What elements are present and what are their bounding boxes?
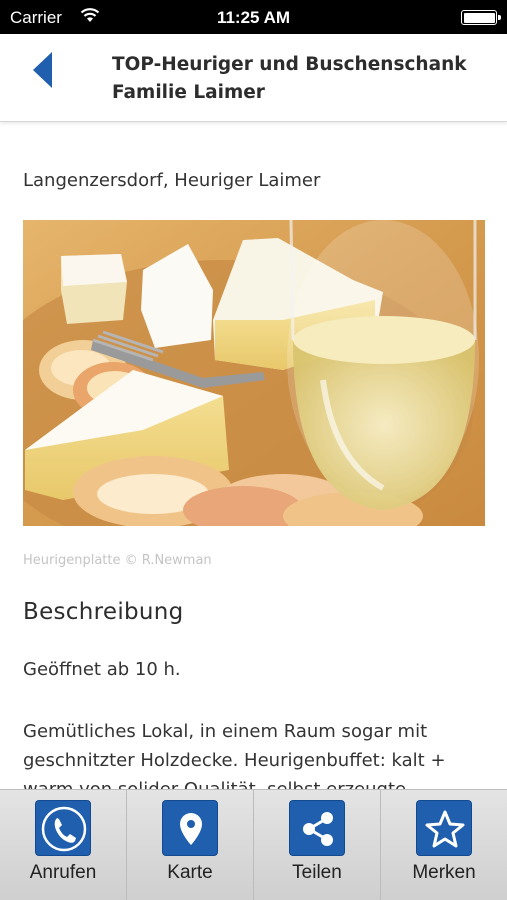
- tab-karte[interactable]: Karte: [126, 790, 253, 900]
- tab-anrufen[interactable]: Anrufen: [0, 790, 126, 900]
- section-heading: Beschreibung: [23, 599, 184, 625]
- action-tabbar: Anrufen Karte Teilen Merken: [0, 789, 507, 900]
- photo-caption: Heurigenplatte © R.Newman: [23, 553, 212, 568]
- tab-label: Merken: [412, 862, 476, 883]
- tab-merken[interactable]: Merken: [380, 790, 507, 900]
- tab-label: Anrufen: [29, 862, 97, 883]
- tab-label: Teilen: [292, 862, 342, 883]
- share-icon: [289, 800, 345, 856]
- description-text: Gemütliches Lokal, in einem Raum sogar m…: [23, 721, 446, 789]
- clock: 11:25 AM: [216, 8, 291, 27]
- status-bar: Carrier 11:25 AM: [0, 0, 507, 34]
- page-title: TOP-Heuriger und Buschenschank Familie L…: [112, 54, 467, 103]
- battery-icon: [461, 10, 501, 25]
- location-label: Langenzersdorf, Heuriger Laimer: [23, 170, 321, 191]
- star-icon: [416, 800, 472, 856]
- nav-header: TOP-Heuriger und Buschenschank Familie L…: [0, 34, 507, 122]
- heurigenplatte-photo: [23, 220, 485, 526]
- phone-icon: [35, 800, 91, 856]
- tab-teilen[interactable]: Teilen: [253, 790, 380, 900]
- detail-content[interactable]: Langenzersdorf, Heuriger Laimer Heurigen…: [0, 123, 507, 789]
- opening-hours: Geöffnet ab 10 h.: [23, 659, 181, 680]
- chevron-left-icon: [33, 52, 52, 88]
- tab-label: Karte: [167, 862, 213, 883]
- back-button[interactable]: [22, 50, 66, 94]
- map-pin-icon: [162, 800, 218, 856]
